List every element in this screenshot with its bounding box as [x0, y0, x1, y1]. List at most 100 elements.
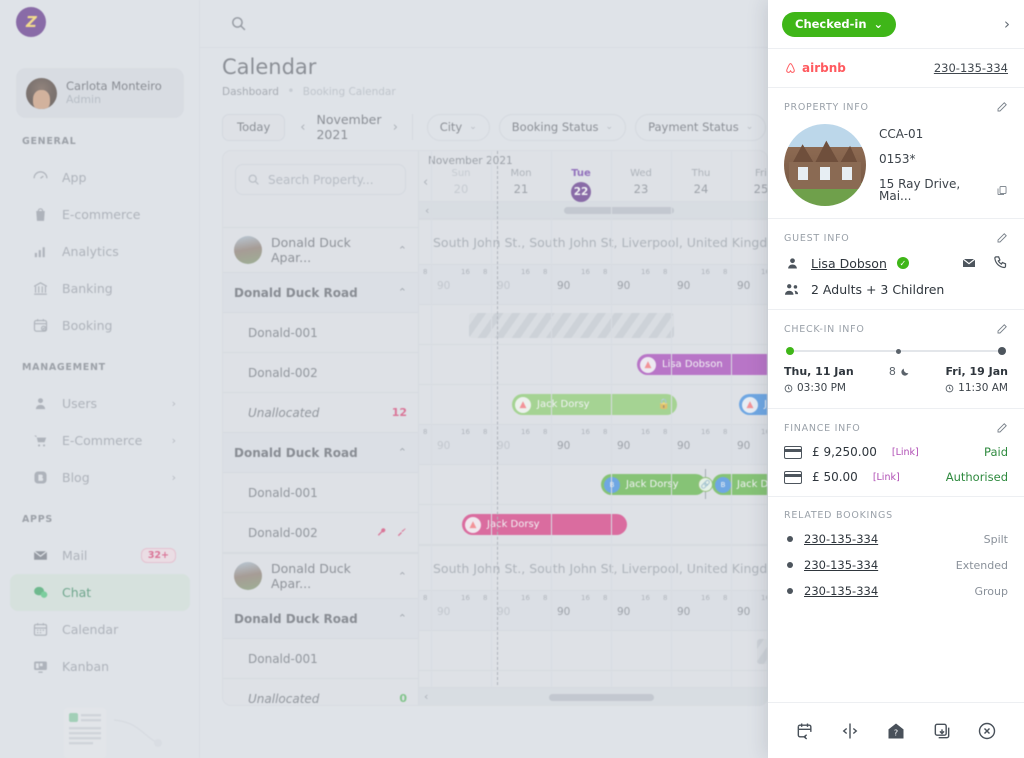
sidebar-item-mail[interactable]: Mail 32+ — [10, 537, 190, 574]
blocked-booking-bar[interactable] — [469, 313, 674, 338]
filter-city[interactable]: City ⌄ — [426, 113, 490, 141]
scroll-left-icon[interactable]: ‹ — [425, 204, 429, 217]
unit-name: Donald-002 — [248, 365, 318, 380]
scroll-left-icon[interactable]: ‹ — [424, 690, 428, 703]
day-cell-today[interactable]: Tue 22 — [551, 168, 611, 202]
user-card[interactable]: Carlota Monteiro Admin — [16, 68, 184, 118]
filter-payment-status[interactable]: Payment Status ⌄ — [635, 113, 767, 141]
booking-row[interactable] — [419, 631, 767, 671]
search-property-input[interactable]: Search Property... — [235, 164, 406, 195]
copy-icon[interactable] — [996, 184, 1008, 197]
booking-row[interactable]: B Jack Dorsy 🔗 B Jack Dor — [419, 465, 767, 505]
related-booking-ref[interactable]: 230-135-334 — [804, 584, 878, 598]
app-logo[interactable]: Z — [16, 7, 46, 37]
today-button[interactable]: Today — [222, 113, 286, 141]
edit-pencil-icon[interactable] — [996, 232, 1008, 244]
unit-row[interactable]: Donald-002 — [223, 353, 418, 393]
group-row[interactable]: Donald Duck Road ⌃ — [223, 599, 418, 639]
screwdriver-icon[interactable] — [396, 527, 407, 538]
edit-pencil-icon[interactable] — [996, 101, 1008, 113]
booking-bar[interactable]: B Jack Dor — [712, 474, 767, 495]
sidebar-item-blog[interactable]: Blog › — [10, 459, 190, 496]
link-icon[interactable]: 🔗 — [698, 477, 713, 492]
property-row[interactable]: Donald Duck Apar... ⌃ — [223, 227, 418, 273]
phone-icon[interactable] — [993, 255, 1008, 270]
booking-row[interactable] — [419, 305, 767, 345]
chevron-up-icon[interactable]: ⌃ — [398, 244, 407, 257]
sidebar-item-calendar[interactable]: Calendar — [10, 611, 190, 648]
booking-bar[interactable]: ▲ Jack Dorsy 🔒 — [512, 394, 677, 415]
day-cell[interactable]: Sun 20 — [431, 168, 491, 202]
prev-month-button[interactable]: ‹ — [300, 120, 305, 135]
copy-booking-icon[interactable] — [932, 721, 952, 741]
move-booking-icon[interactable] — [795, 721, 815, 741]
unit-name: Donald-001 — [248, 325, 318, 340]
grid-horizontal-scrollbar-top[interactable]: ‹ — [419, 202, 767, 219]
booking-row[interactable]: ▲ Jack Dorsy 🔒 ▲ Jack Dorsy — [419, 385, 767, 425]
moon-icon — [901, 368, 909, 376]
person-icon — [784, 256, 801, 271]
unit-row[interactable]: Unallocated 12 — [223, 393, 418, 433]
user-name: Carlota Monteiro — [66, 78, 162, 93]
booking-row[interactable]: ▲ Jack Dorsy — [419, 505, 767, 545]
finance-link[interactable]: [Link] — [873, 472, 900, 483]
chevron-up-icon[interactable]: ⌃ — [398, 446, 407, 459]
sidebar-item-ecommerce[interactable]: E-commerce — [10, 196, 190, 233]
sidebar-item-users[interactable]: Users › — [10, 385, 190, 422]
scrollbar-thumb[interactable] — [564, 207, 674, 214]
finance-link[interactable]: [Link] — [892, 447, 919, 458]
sidebar-item-analytics[interactable]: Analytics — [10, 233, 190, 270]
related-booking-ref[interactable]: 230-135-334 — [804, 532, 878, 546]
sidebar-item-ecommerce-mgmt[interactable]: E-Commerce › — [10, 422, 190, 459]
unit-row[interactable]: Donald-001 — [223, 639, 418, 679]
sidebar-item-app[interactable]: App — [10, 159, 190, 196]
blocked-booking-bar[interactable] — [757, 639, 767, 664]
sidebar-item-chat[interactable]: Chat — [10, 574, 190, 611]
group-row[interactable]: Donald Duck Road ⌃ — [223, 273, 418, 313]
cancel-booking-icon[interactable] — [977, 721, 997, 741]
property-row[interactable]: Donald Duck Apar... ⌃ — [223, 553, 418, 599]
grid-horizontal-scrollbar-bottom[interactable]: ‹ — [419, 687, 767, 705]
day-cell[interactable]: Fri 25 — [731, 168, 767, 202]
property-help-icon[interactable]: ? — [886, 721, 906, 741]
guest-name[interactable]: Lisa Dobson — [811, 256, 887, 271]
chevron-up-icon[interactable]: ⌃ — [398, 286, 407, 299]
day-cell[interactable]: Thu 24 — [671, 168, 731, 202]
edit-pencil-icon[interactable] — [996, 422, 1008, 434]
wrench-icon[interactable] — [376, 527, 387, 538]
filter-booking-status[interactable]: Booking Status ⌄ — [498, 113, 627, 141]
booking-row[interactable]: ▲ Lisa Dobson — [419, 345, 767, 385]
chevron-up-icon[interactable]: ⌃ — [398, 570, 407, 583]
booking-bar[interactable]: ▲ Lisa Dobson — [637, 354, 767, 375]
chevron-up-icon[interactable]: ⌃ — [398, 612, 407, 625]
group-row[interactable]: Donald Duck Road ⌃ — [223, 433, 418, 473]
rate-scale-row: 816 816 816 816 816 816 8 90 90 90 — [419, 425, 767, 465]
status-badge[interactable]: Checked-in ⌄ — [782, 11, 897, 37]
sidebar-item-booking[interactable]: Booking — [10, 307, 190, 344]
next-month-button[interactable]: › — [393, 120, 398, 135]
unit-row[interactable]: Unallocated 0 — [223, 679, 418, 706]
unit-row[interactable]: Donald-001 — [223, 473, 418, 513]
split-booking-icon[interactable] — [840, 721, 860, 741]
booking-bar[interactable]: ▲ Jack Dorsy — [462, 514, 627, 535]
day-of-week: Tue — [571, 168, 591, 179]
mail-icon[interactable] — [961, 255, 977, 271]
unit-row[interactable]: Donald-001 — [223, 313, 418, 353]
booking-bar[interactable]: ▲ Jack Dorsy — [739, 394, 767, 415]
edit-pencil-icon[interactable] — [996, 323, 1008, 335]
scroll-left-icon[interactable]: ‹ — [423, 175, 428, 190]
booking-bar[interactable]: B Jack Dorsy — [601, 474, 706, 495]
day-cell[interactable]: Wed 23 — [611, 168, 671, 202]
unit-tools[interactable] — [376, 527, 407, 538]
search-icon[interactable] — [230, 15, 247, 32]
shopping-bag-icon — [36, 208, 45, 221]
day-cell[interactable]: Mon 21 — [491, 168, 551, 202]
collapse-panel-button[interactable]: › — [1004, 15, 1010, 33]
sidebar-item-kanban[interactable]: Kanban — [10, 648, 190, 685]
sidebar-item-banking[interactable]: Banking — [10, 270, 190, 307]
unit-row[interactable]: Donald-002 — [223, 513, 418, 553]
scrollbar-thumb[interactable] — [549, 694, 654, 701]
related-booking-ref[interactable]: 230-135-334 — [804, 558, 878, 572]
booking-reference-link[interactable]: 230-135-334 — [934, 61, 1008, 75]
breadcrumb-root[interactable]: Dashboard — [222, 86, 279, 98]
